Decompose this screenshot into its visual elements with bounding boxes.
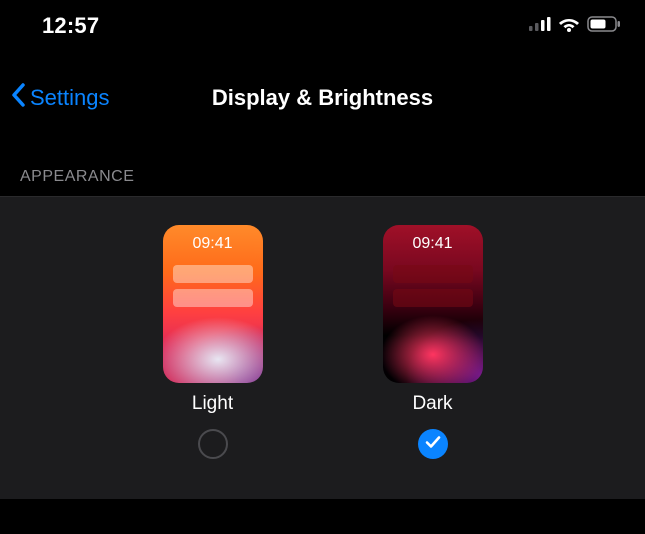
appearance-option-dark[interactable]: 09:41 Dark xyxy=(383,225,483,459)
status-indicators xyxy=(529,16,621,37)
appearance-preview-dark: 09:41 xyxy=(383,225,483,383)
page-title: Display & Brightness xyxy=(212,85,433,111)
section-header-appearance: APPEARANCE xyxy=(0,124,645,196)
preview-notification xyxy=(173,289,253,307)
back-button[interactable]: Settings xyxy=(10,83,110,113)
appearance-label-dark: Dark xyxy=(412,393,452,415)
preview-notification xyxy=(173,265,253,283)
checkmark-icon xyxy=(424,433,442,456)
status-bar: 12:57 xyxy=(0,0,645,44)
chevron-left-icon xyxy=(10,83,26,113)
status-time: 12:57 xyxy=(42,13,99,39)
cellular-icon xyxy=(529,17,551,36)
preview-notification xyxy=(393,289,473,307)
preview-notification xyxy=(393,265,473,283)
appearance-preview-light: 09:41 xyxy=(163,225,263,383)
preview-time: 09:41 xyxy=(383,235,483,253)
preview-time: 09:41 xyxy=(163,235,263,253)
wifi-icon xyxy=(558,16,580,37)
battery-icon xyxy=(587,16,621,37)
back-label: Settings xyxy=(30,85,110,111)
appearance-label-light: Light xyxy=(192,393,233,415)
navigation-bar: Settings Display & Brightness xyxy=(0,72,645,124)
appearance-options: 09:41 Light 09:41 Dark xyxy=(0,196,645,499)
appearance-radio-light[interactable] xyxy=(198,429,228,459)
appearance-radio-dark[interactable] xyxy=(418,429,448,459)
appearance-option-light[interactable]: 09:41 Light xyxy=(163,225,263,459)
